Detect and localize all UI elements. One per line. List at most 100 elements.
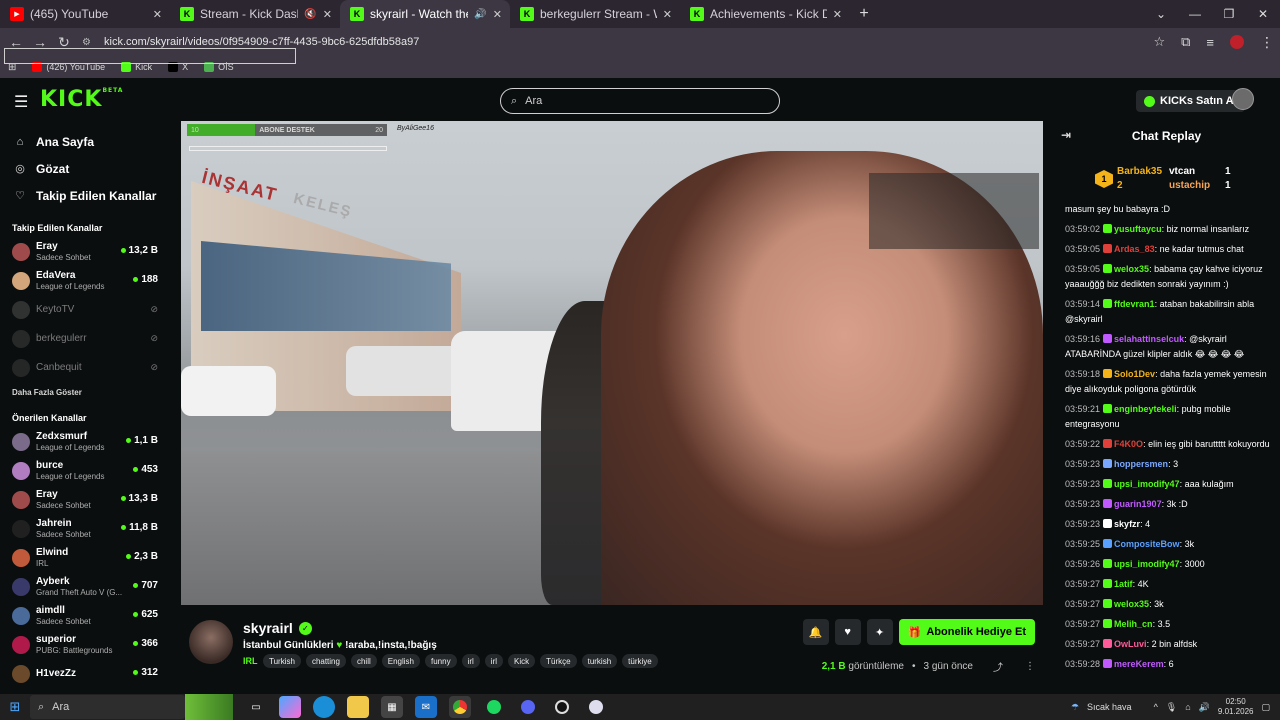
chat-username[interactable]: F4K0O (1114, 439, 1143, 449)
tag-pill[interactable]: funny (425, 654, 457, 668)
sidebar-nav-item[interactable]: ⌂ Ana Sayfa (0, 128, 170, 155)
maximize-icon[interactable]: ❐ (1212, 0, 1246, 28)
close-tab-icon[interactable]: ✕ (323, 8, 332, 21)
more-options-icon[interactable]: ⋮ (1025, 661, 1035, 672)
site-info-icon[interactable]: ⚙ (82, 37, 98, 48)
extensions-icon[interactable]: ⧉ (1181, 34, 1190, 50)
tag-pill[interactable]: chill (350, 654, 377, 668)
close-window-icon[interactable]: ✕ (1246, 0, 1280, 28)
task-view-icon[interactable]: ▭ (245, 696, 267, 718)
tag-pill[interactable]: irl (461, 654, 480, 668)
sidebar-nav-item[interactable]: ◎ Gözat (0, 155, 170, 182)
chat-username[interactable]: CompositeBow (1114, 539, 1180, 549)
chat-username[interactable]: selahattinselcuk (1114, 334, 1184, 344)
tag-pill[interactable]: English (381, 654, 420, 668)
hamburger-menu-icon[interactable]: ☰ (14, 92, 28, 112)
share-icon[interactable]: ⤴ (993, 659, 1003, 674)
stream-category[interactable]: IRL (243, 656, 258, 666)
tag-pill[interactable]: irl (484, 654, 504, 668)
user-avatar[interactable] (1232, 88, 1254, 110)
chat-username[interactable]: welox35 (1114, 599, 1149, 609)
steam-icon[interactable] (585, 696, 607, 718)
browser-menu-icon[interactable]: ⋮ (1260, 34, 1274, 51)
spotify-icon[interactable] (483, 696, 505, 718)
tag-pill[interactable]: chatting (305, 654, 346, 668)
chat-username[interactable]: upsi_imodify47 (1114, 559, 1180, 569)
channel-item[interactable]: Canbequit ⊘ (0, 353, 170, 382)
browser-tab[interactable]: Kberkegulerr Stream - Watch Liv ✕ (510, 0, 680, 28)
leader-name[interactable]: ustachip (1169, 180, 1210, 191)
chat-username[interactable]: guarin1907 (1114, 499, 1162, 509)
notifications-icon[interactable]: ▢ (1261, 702, 1270, 713)
mail-icon[interactable]: ✉ (415, 696, 437, 718)
chat-username[interactable]: 1atif (1114, 579, 1133, 589)
channel-item[interactable]: Ayberk Grand Theft Auto V (G... 707 (0, 572, 170, 601)
channel-item[interactable]: H1vezZz 312 (0, 659, 170, 688)
obs-icon[interactable] (551, 696, 573, 718)
clock[interactable]: 02:50 9.01.2026 (1218, 697, 1254, 717)
follow-heart-button[interactable]: ♥ (834, 619, 861, 645)
channel-item[interactable]: EdaVera League of Legends 188 (0, 266, 170, 295)
speaker-icon[interactable]: 🔊 (474, 9, 486, 20)
store-icon[interactable]: ▦ (381, 696, 403, 718)
streamer-avatar[interactable] (189, 620, 233, 664)
chat-username[interactable]: ffdevran1 (1114, 299, 1155, 309)
minimize-icon[interactable]: — (1178, 0, 1212, 28)
tag-pill[interactable]: Kick (508, 654, 536, 668)
chat-username[interactable]: hoppersmen (1114, 459, 1168, 469)
streamer-name[interactable]: skyrairl (243, 620, 293, 636)
chat-username[interactable]: Ardas_83 (1114, 244, 1155, 254)
chat-username[interactable]: welox35 (1114, 264, 1149, 274)
tag-pill[interactable]: turkish (581, 654, 618, 668)
network-icon[interactable]: ⌂ (1185, 702, 1190, 712)
chat-username[interactable]: Melih_cn (1114, 619, 1153, 629)
taskbar-search-input[interactable]: ⌕ Ara (30, 695, 185, 719)
tag-pill[interactable]: türkiye (622, 654, 658, 668)
kick-logo[interactable]: KICKBETA (40, 87, 123, 112)
volume-icon[interactable]: 🔊 (1199, 702, 1210, 713)
chrome-icon[interactable] (449, 696, 471, 718)
start-windows-icon[interactable]: ⊞ (0, 699, 30, 715)
close-tab-icon[interactable]: ✕ (493, 8, 502, 21)
sparkle-button[interactable]: ✦ (866, 619, 893, 645)
tray-chevron-icon[interactable]: ^ (1154, 702, 1158, 712)
sidebar-nav-item[interactable]: ♡ Takip Edilen Kanallar (0, 182, 170, 209)
leader-name[interactable]: vtcan (1169, 166, 1195, 177)
channel-item[interactable]: Zedxsmurf League of Legends 1,1 B (0, 427, 170, 456)
video-player[interactable]: İNŞAAT KELEŞ 10 ABONE DESTEK 20 ByAliGee… (181, 121, 1043, 605)
collapse-chat-icon[interactable]: ⇥ (1061, 128, 1071, 142)
tag-pill[interactable]: Turkish (263, 654, 301, 668)
chat-username[interactable]: yusuftaycu (1114, 224, 1162, 234)
channel-item[interactable]: superior PUBG: Battlegrounds 366 (0, 630, 170, 659)
gift-subscription-button[interactable]: 🎁 Abonelik Hediye Et (898, 619, 1035, 645)
browser-tab[interactable]: K Achievements - Kick Dashboard ✕ (680, 0, 850, 28)
close-tab-icon[interactable]: ✕ (153, 8, 162, 21)
muted-speaker-icon[interactable]: 🔇 (304, 9, 316, 20)
chat-username[interactable]: mereKerem (1114, 659, 1164, 669)
microphone-icon[interactable]: 🎙 (1166, 702, 1177, 713)
tag-pill[interactable]: Türkçe (540, 654, 577, 668)
chat-username[interactable]: OwLuvi (1114, 639, 1147, 649)
channel-item[interactable]: Eray Sadece Sohbet 13,3 B (0, 485, 170, 514)
tab-search-icon[interactable]: ⌄ (1144, 0, 1178, 28)
chat-username[interactable]: Solo1Dev (1114, 369, 1155, 379)
close-tab-icon[interactable]: ✕ (663, 8, 672, 21)
chat-username[interactable]: skyfzr (1114, 519, 1140, 529)
new-tab-button[interactable]: + (850, 0, 878, 28)
weather-icon[interactable]: ☂ (1071, 702, 1079, 713)
copilot-icon[interactable] (279, 696, 301, 718)
profile-avatar[interactable] (1230, 35, 1244, 49)
show-more-link[interactable]: Daha Fazla Göster (0, 388, 170, 397)
search-input[interactable]: ⌕ Ara (500, 88, 780, 114)
close-tab-icon[interactable]: ✕ (833, 8, 842, 21)
channel-item[interactable]: Elwind IRL 2,3 B (0, 543, 170, 572)
channel-item[interactable]: KeytoTV ⊘ (0, 295, 170, 324)
channel-item[interactable]: aimdll Sadece Sohbet 625 (0, 601, 170, 630)
channel-item[interactable]: Jahrein Sadece Sohbet 11,8 B (0, 514, 170, 543)
channel-item[interactable]: Eray Sadece Sohbet 13,2 B (0, 237, 170, 266)
browser-tab[interactable]: Kskyrairl - Watch the VOD on 🔊 ✕ (340, 0, 510, 28)
discord-icon[interactable] (517, 696, 539, 718)
edge-icon[interactable] (313, 696, 335, 718)
chat-username[interactable]: upsi_imodify47 (1114, 479, 1180, 489)
chat-username[interactable]: enginbeytekeli (1114, 404, 1177, 414)
